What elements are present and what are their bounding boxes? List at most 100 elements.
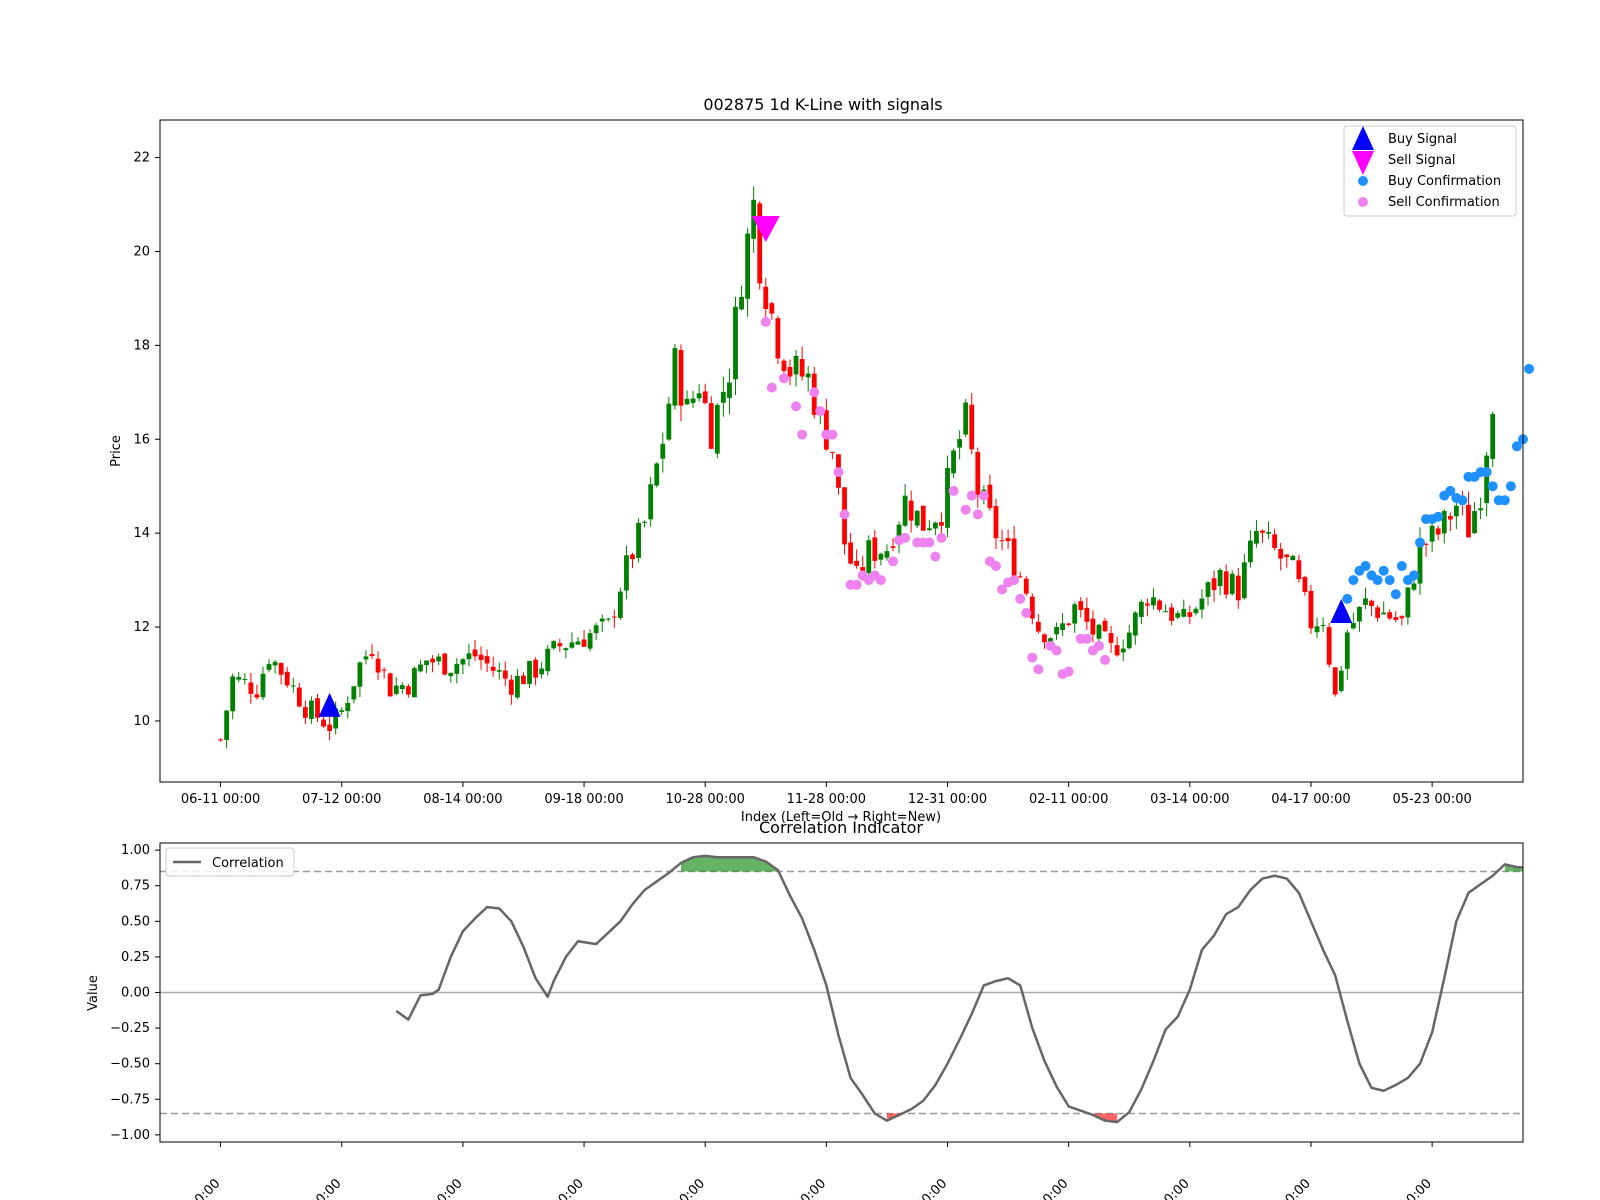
candle-body: [430, 658, 435, 663]
correlation-y-tick-label: 0.25: [121, 950, 150, 965]
candle-body: [787, 367, 793, 377]
candle-body: [1084, 607, 1090, 622]
candle-body: [793, 355, 799, 375]
candle-body: [399, 685, 405, 689]
sell-confirmation-point: [1051, 645, 1062, 656]
candle-body: [993, 506, 999, 539]
price-y-axis-label: Price: [109, 435, 124, 467]
candle-body: [617, 591, 623, 618]
candle-body: [375, 658, 381, 673]
buy-confirmation-point: [1372, 575, 1383, 586]
price-x-tick-label: 05-23 00:00: [1392, 792, 1471, 807]
sell-confirmation-point: [875, 575, 886, 586]
candle-body: [1363, 598, 1368, 605]
sell-confirmation-point: [766, 382, 777, 393]
sell-confirmation-point: [936, 532, 947, 543]
candle-body: [1011, 538, 1017, 576]
candle-body: [490, 666, 496, 671]
candle-body: [1090, 618, 1096, 635]
candle-body: [999, 540, 1005, 542]
candle-body: [1114, 645, 1120, 656]
candle-body: [1005, 538, 1011, 542]
candle-body: [926, 528, 932, 530]
candle-body: [496, 670, 502, 672]
candle-body: [1254, 530, 1259, 544]
price-chart-title: 002875 1d K-Line with signals: [703, 95, 942, 114]
sell-confirmation-point: [1081, 633, 1092, 644]
buy-confirmation-point: [1360, 561, 1371, 572]
correlation-y-tick-label: 1.00: [121, 843, 150, 858]
price-x-tick-label: 02-11 00:00: [1029, 792, 1108, 807]
candle-body: [1132, 612, 1138, 636]
candle-body: [587, 633, 593, 649]
candle-body: [345, 702, 351, 712]
sell-confirmation-point: [978, 490, 989, 501]
correlation-y-tick-label: −1.00: [110, 1128, 150, 1143]
sell-confirmation-point: [966, 490, 977, 501]
buy-confirmation-legend-label: Buy Confirmation: [1388, 174, 1501, 189]
candle-body: [739, 296, 744, 310]
candle-body: [248, 682, 254, 694]
candle-body: [1290, 556, 1296, 561]
candle-body: [866, 540, 872, 574]
candle-body: [636, 522, 641, 559]
candle-body: [260, 673, 266, 698]
sell-confirmation-point: [833, 467, 844, 478]
candle-body: [557, 643, 563, 647]
candle-body: [1472, 511, 1477, 533]
candle-body: [321, 719, 326, 727]
candle-body: [714, 404, 720, 454]
candle-body: [1248, 540, 1253, 563]
candle-body: [339, 710, 345, 712]
candle-body: [581, 639, 587, 647]
candle-body: [1169, 607, 1175, 621]
candle-body: [1157, 600, 1162, 610]
candle-body: [1181, 608, 1187, 617]
sell-confirmation-point: [1021, 607, 1032, 618]
sell-confirmation-point: [760, 316, 771, 327]
sell-signal-legend-label: Sell Signal: [1388, 153, 1456, 168]
candle-body: [460, 659, 466, 665]
candle-body: [1066, 623, 1072, 625]
candle-body: [1453, 505, 1459, 517]
candle-body: [672, 348, 678, 406]
candle-body: [569, 642, 575, 648]
correlation-legend: Correlation: [165, 847, 295, 877]
sell-confirmation-point: [1027, 652, 1038, 663]
sell-confirmation-point: [972, 509, 983, 520]
candle-body: [302, 707, 308, 718]
buy-confirmation-point: [1457, 495, 1468, 506]
candle-body: [424, 660, 429, 666]
candle-body: [593, 625, 599, 634]
candle-body: [1235, 575, 1241, 601]
price-x-tick-label: 08-14 00:00: [423, 792, 502, 807]
candle-body: [484, 656, 490, 664]
candle-body: [848, 542, 853, 564]
candle-body: [769, 303, 775, 314]
candle-body: [1484, 455, 1490, 504]
candle-body: [442, 653, 448, 675]
candle-body: [763, 286, 769, 309]
candle-body: [387, 673, 393, 697]
candle-body: [757, 203, 763, 284]
candle-body: [684, 398, 690, 405]
candle-body: [854, 560, 860, 566]
candle-body: [1272, 534, 1278, 549]
sell-confirmation-point: [797, 429, 808, 440]
buy-signal-legend-label: Buy Signal: [1388, 132, 1457, 147]
candle-body: [1429, 525, 1435, 542]
correlation-y-tick-label: −0.25: [110, 1021, 150, 1036]
candle-body: [472, 649, 478, 657]
sell-confirmation-point: [1063, 666, 1074, 677]
candle-body: [284, 671, 290, 686]
candle-body: [224, 710, 230, 740]
candle-body: [1017, 576, 1023, 578]
buy-confirmation-point: [1396, 561, 1407, 572]
candle-body: [1350, 622, 1356, 629]
candle-body: [884, 551, 890, 558]
candle-body: [1447, 515, 1453, 520]
price-x-tick-label: 12-31 00:00: [908, 792, 987, 807]
candle-body: [678, 349, 684, 406]
candle-body: [448, 672, 454, 677]
buy-confirmation-point: [1415, 537, 1426, 548]
